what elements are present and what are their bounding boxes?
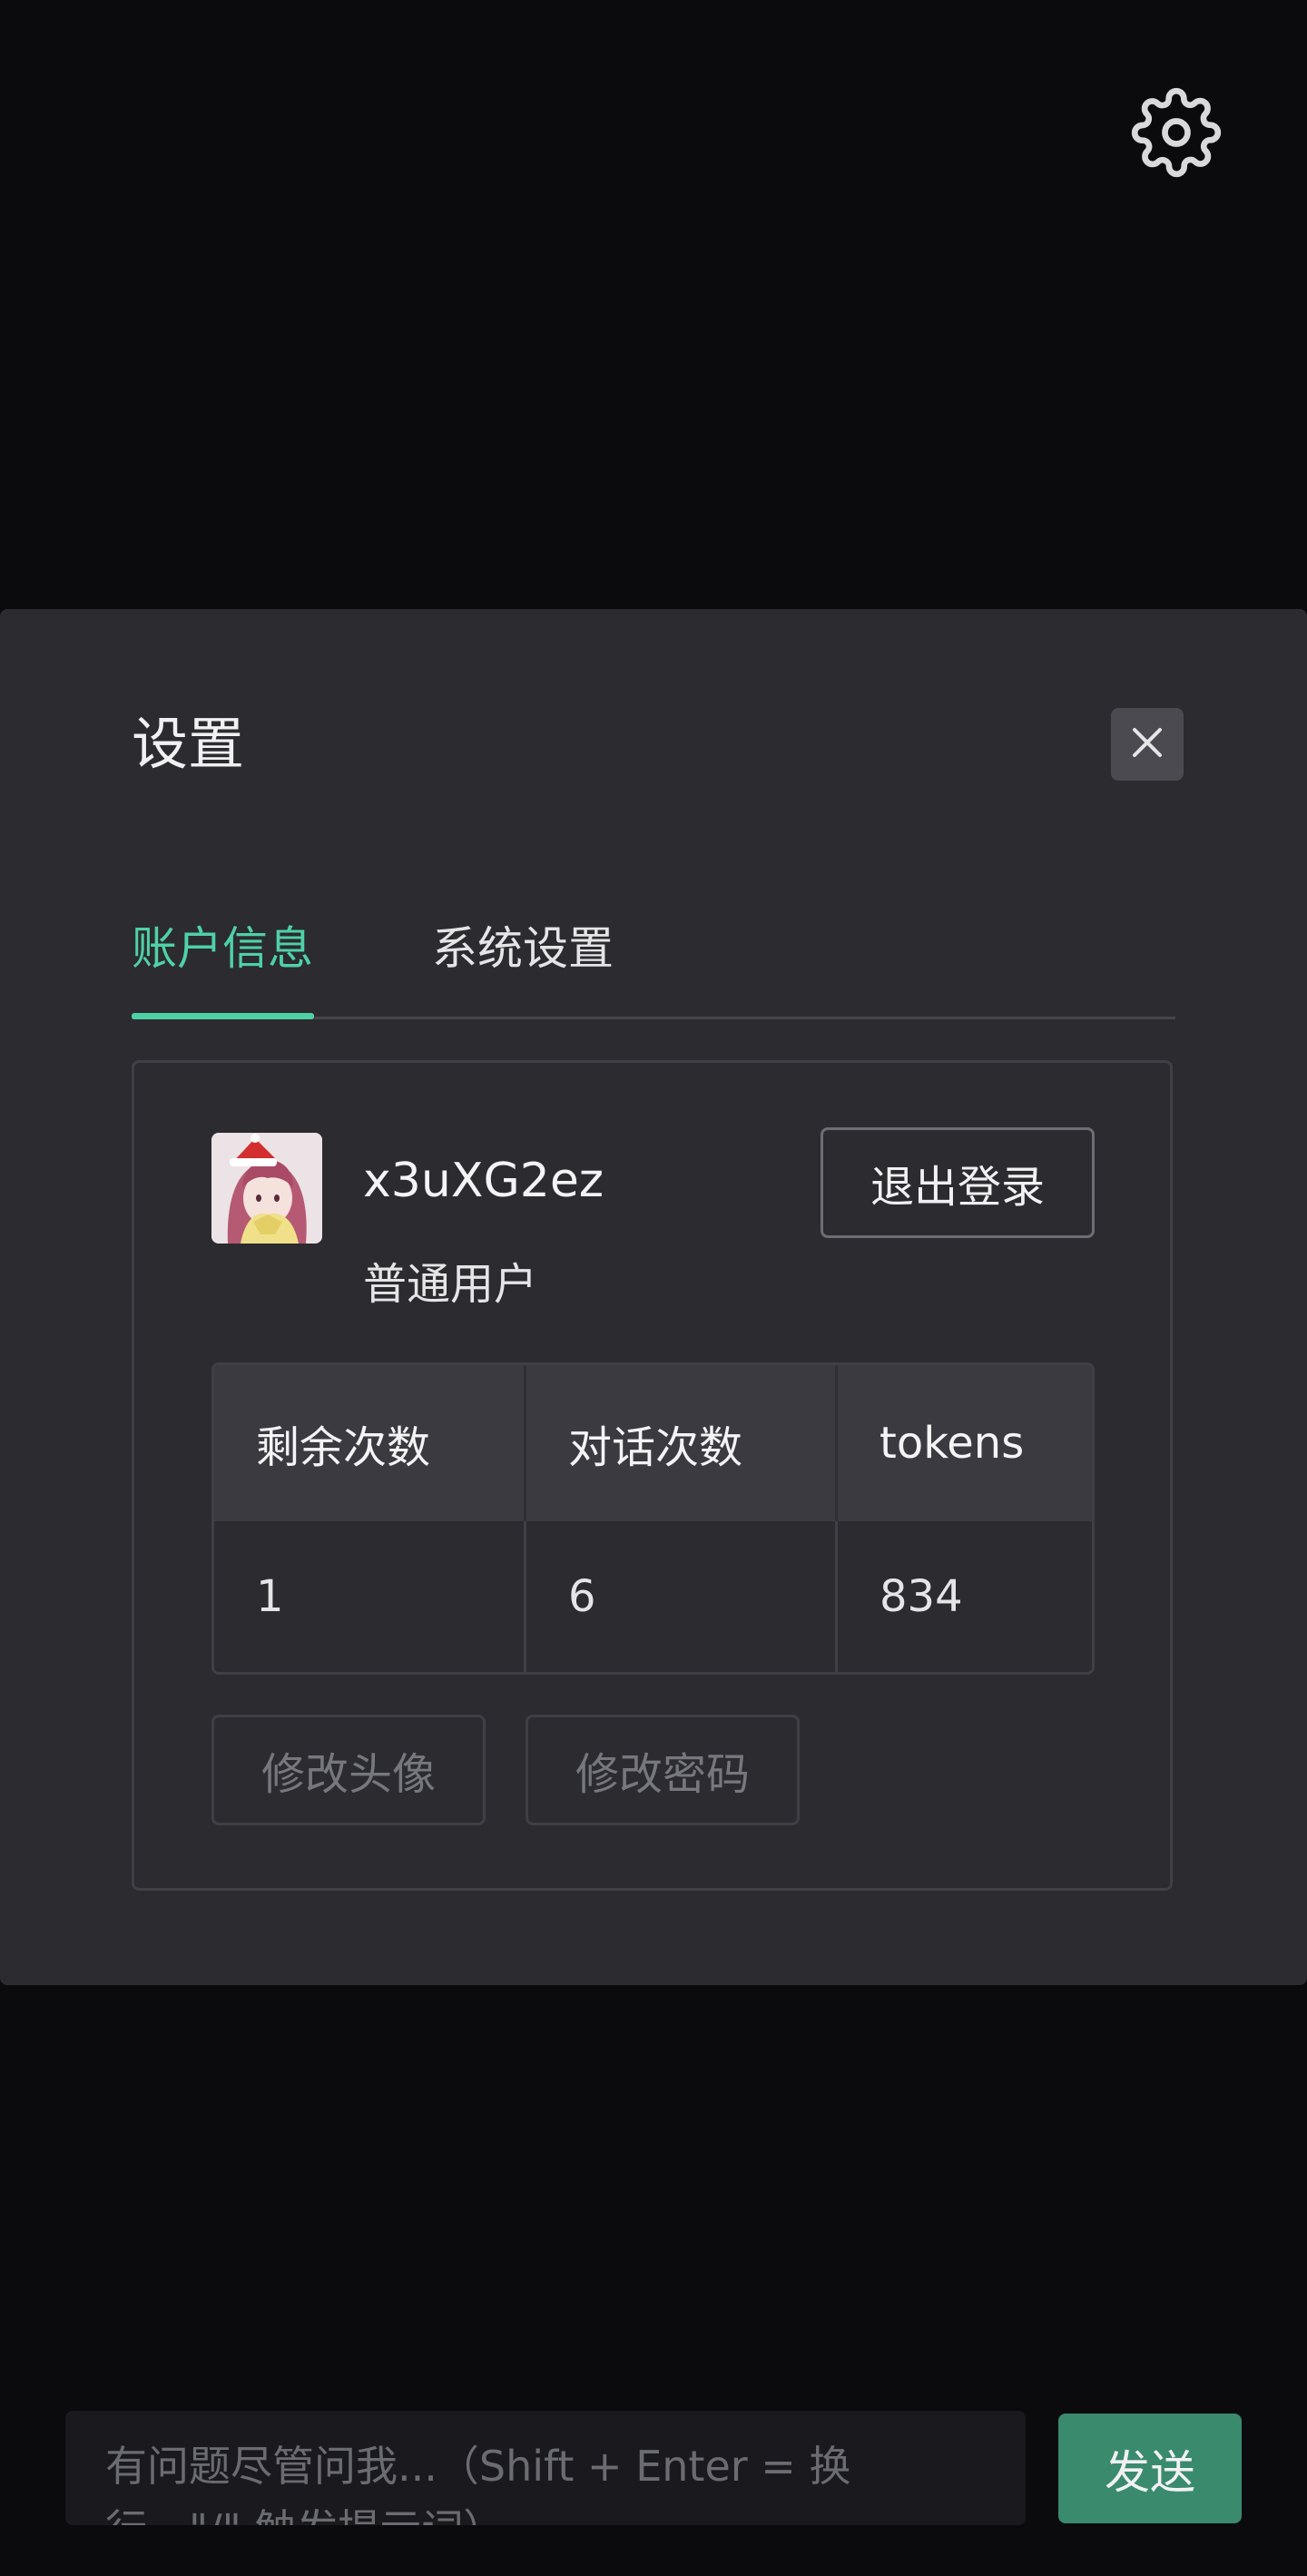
user-role: 普通用户 [363, 1259, 538, 1310]
change-avatar-button[interactable]: 修改头像 [211, 1715, 486, 1825]
send-button[interactable]: 发送 [1058, 2414, 1242, 2523]
modal-title: 设置 [132, 711, 245, 777]
chat-input[interactable]: 有问题尽管问我...（Shift + Enter = 换行，"/" 触发提示词） [65, 2411, 1026, 2525]
active-tab-indicator [132, 1013, 314, 1019]
tab-account-info[interactable]: 账户信息 [132, 917, 313, 980]
gear-icon [1131, 87, 1222, 182]
header-tokens: tokens [880, 1418, 1025, 1469]
chat-input-placeholder: 有问题尽管问我...（Shift + Enter = 换行，"/" 触发提示词） [105, 2442, 851, 2525]
usage-stats-table: 剩余次数 对话次数 tokens 1 6 834 [211, 1362, 1095, 1675]
avatar [211, 1133, 322, 1244]
header-conversation-count: 对话次数 [526, 1365, 838, 1521]
logout-button[interactable]: 退出登录 [821, 1127, 1095, 1238]
close-icon [1125, 721, 1169, 768]
table-row: 1 6 834 [214, 1521, 1092, 1672]
close-button[interactable] [1111, 708, 1184, 781]
username: x3uXG2ez [363, 1154, 604, 1208]
change-password-button[interactable]: 修改密码 [526, 1715, 800, 1825]
value-tokens: 834 [880, 1571, 963, 1622]
header-remaining-count: 剩余次数 [214, 1365, 526, 1521]
value-remaining-count: 1 [214, 1521, 526, 1672]
settings-button[interactable] [1129, 87, 1223, 182]
value-conversation-count: 6 [526, 1521, 838, 1672]
table-header-row: 剩余次数 对话次数 tokens [214, 1365, 1092, 1521]
tab-system-settings[interactable]: 系统设置 [432, 917, 614, 980]
